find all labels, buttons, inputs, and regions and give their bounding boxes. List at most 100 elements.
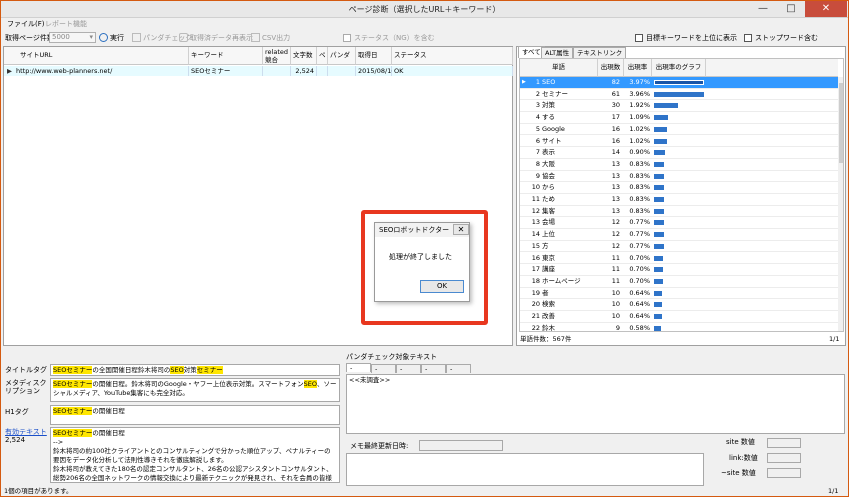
hl-keyword: SEOセミナー	[53, 366, 93, 374]
site-count-field[interactable]	[767, 438, 801, 448]
word-rank: 8	[535, 159, 540, 168]
cell-page[interactable]	[317, 66, 328, 76]
cell-status[interactable]: OK	[392, 66, 513, 76]
word-rate: 0.58%	[629, 323, 650, 332]
ok-button[interactable]: OK	[420, 280, 464, 293]
word-row[interactable]: 8 大阪 13 0.83%	[520, 159, 838, 171]
word-row[interactable]: 11 ため 13 0.83%	[520, 194, 838, 206]
col-site-url[interactable]: サイトURL	[4, 47, 189, 65]
col-rate[interactable]: 出現率	[624, 59, 652, 77]
col-page[interactable]: ペ	[317, 47, 328, 65]
col-char-count[interactable]: 文字数	[291, 47, 317, 65]
panda-tab[interactable]: -	[421, 364, 446, 373]
close-button[interactable]: ✕	[805, 1, 847, 17]
panda-text-area[interactable]: <<未調査>>	[346, 374, 845, 434]
word-text: 講座	[542, 265, 555, 274]
memo-textarea[interactable]	[346, 453, 704, 486]
panda-tab[interactable]: -	[371, 364, 396, 373]
csv-button[interactable]: CSV出力	[251, 33, 290, 43]
word-row[interactable]: ▶ 1 SEO 82 3.97%	[520, 77, 838, 89]
dialog-close-button[interactable]: ✕	[453, 224, 469, 235]
word-row[interactable]: 22 鈴木 9 0.58%	[520, 323, 838, 332]
cell-panda[interactable]	[328, 66, 356, 76]
word-row[interactable]: 14 上位 12 0.77%	[520, 229, 838, 241]
word-row[interactable]: 20 検索 10 0.64%	[520, 299, 838, 311]
link-count-field[interactable]	[767, 453, 801, 463]
scroll-thumb[interactable]	[839, 83, 843, 163]
panda-tab[interactable]: -	[396, 364, 421, 373]
word-table: 単語 出現数 出現率 出現率のグラフ ▶ 1 SEO 82 3.97% 2 セミナー 61 3.…	[519, 58, 844, 332]
word-rate: 1.09%	[629, 113, 650, 122]
word-row[interactable]: 17 講座 11 0.70%	[520, 264, 838, 276]
menu-report[interactable]: レポート機能	[45, 19, 87, 29]
col-date[interactable]: 取得日	[356, 47, 392, 65]
vertical-scrollbar[interactable]	[838, 77, 843, 331]
tab-textlink[interactable]: テキストリンク	[573, 47, 627, 58]
panda-tab-strip: - - - - -	[346, 363, 471, 373]
page-count-select[interactable]: 5000 ▾	[49, 32, 96, 43]
title-text: の全国開催日程鈴木将司の	[92, 366, 171, 374]
rate-bar	[654, 290, 662, 296]
valid-line-2: -->	[53, 438, 64, 446]
stopword-checkbox[interactable]	[744, 34, 752, 42]
col-occurrence[interactable]: 出現数	[598, 59, 624, 77]
word-row[interactable]: 10 から 13 0.83%	[520, 182, 838, 194]
word-row[interactable]: 16 東京 11 0.70%	[520, 253, 838, 265]
word-count-value: 61	[611, 89, 620, 98]
word-row[interactable]: 4 する 17 1.09%	[520, 112, 838, 124]
word-row[interactable]: 9 協会 13 0.83%	[520, 171, 838, 183]
maximize-button[interactable]: □	[777, 1, 805, 17]
col-status[interactable]: ステータス	[392, 47, 513, 65]
word-row[interactable]: 13 会場 12 0.77%	[520, 217, 838, 230]
panda-label: パンダチェック対象テキスト	[346, 353, 438, 361]
word-row[interactable]: 18 ホームページ 11 0.70%	[520, 276, 838, 288]
panda-tab[interactable]: -	[346, 363, 371, 372]
table-row[interactable]: ▶ http://www.web-planners.net/	[4, 66, 189, 76]
word-row[interactable]: 15 方 12 0.77%	[520, 241, 838, 253]
cell-char-count[interactable]: 2,524	[291, 66, 317, 76]
word-count-value: 13	[611, 206, 620, 215]
word-row[interactable]: 21 改善 10 0.64%	[520, 311, 838, 323]
col-keyword[interactable]: キーワード	[189, 47, 263, 65]
word-row[interactable]: 2 セミナー 61 3.96%	[520, 89, 838, 101]
word-row[interactable]: 6 サイト 16 1.02%	[520, 136, 838, 148]
run-button[interactable]: 実行	[99, 33, 124, 43]
cell-related[interactable]	[263, 66, 291, 76]
word-rate: 0.64%	[629, 312, 650, 320]
word-rank: 5	[535, 124, 540, 133]
title-tag-field[interactable]: SEOセミナーの全国開催日程鈴木将司のSEO対策セミナー	[50, 364, 340, 376]
target-kw-checkbox[interactable]	[635, 34, 643, 42]
word-count: 単語件数：567件	[520, 335, 572, 343]
col-panda[interactable]: パンダ	[328, 47, 356, 65]
minimize-button[interactable]: —	[749, 1, 777, 17]
minus-site-count-field[interactable]	[767, 468, 801, 478]
word-text: ため	[542, 195, 555, 203]
cell-date[interactable]: 2015/08/16	[356, 66, 395, 76]
word-row[interactable]: 5 Google 16 1.02%	[520, 124, 838, 136]
reshow-button[interactable]: 取得済データ再表示	[179, 33, 253, 43]
col-graph[interactable]: 出現率のグラフ	[652, 59, 706, 77]
col-related[interactable]: related 競合	[263, 47, 291, 65]
rate-bar	[654, 185, 664, 191]
col-word[interactable]: 単語	[520, 59, 598, 77]
panda-tab[interactable]: -	[446, 364, 471, 373]
h1-field[interactable]: SEOセミナーの開催日程	[50, 405, 340, 425]
valid-text-field[interactable]: SEOセミナーの開催日程 --> 鈴木将司の約100社クライアントとのコンサルテ…	[50, 427, 340, 483]
valid-text-link[interactable]: 有効テキスト	[5, 428, 47, 436]
memo-label: メモ最終更新日時:	[350, 442, 409, 450]
word-row[interactable]: 7 表示 14 0.90%	[520, 147, 838, 159]
status-ng-checkbox[interactable]	[343, 34, 351, 42]
word-row[interactable]: 12 集客 13 0.83%	[520, 206, 838, 218]
word-rank: 18	[531, 276, 540, 285]
word-count-value: 13	[611, 195, 620, 203]
meta-desc-field[interactable]: SEOセミナーの開催日程。鈴木将司のGoogle・ヤフー上位表示対策。スマートフ…	[50, 378, 340, 402]
memo-date-field[interactable]	[419, 440, 503, 451]
tab-alt[interactable]: ALT属性	[541, 47, 574, 58]
word-rate: 0.70%	[629, 253, 650, 262]
cell-keyword[interactable]: SEOセミナー	[189, 66, 263, 76]
menu-file[interactable]: ファイル(F)	[7, 19, 45, 29]
rate-bar	[654, 150, 665, 156]
word-rank: 16	[531, 253, 540, 262]
word-row[interactable]: 19 者 10 0.64%	[520, 288, 838, 300]
word-row[interactable]: 3 対策 30 1.92%	[520, 100, 838, 113]
